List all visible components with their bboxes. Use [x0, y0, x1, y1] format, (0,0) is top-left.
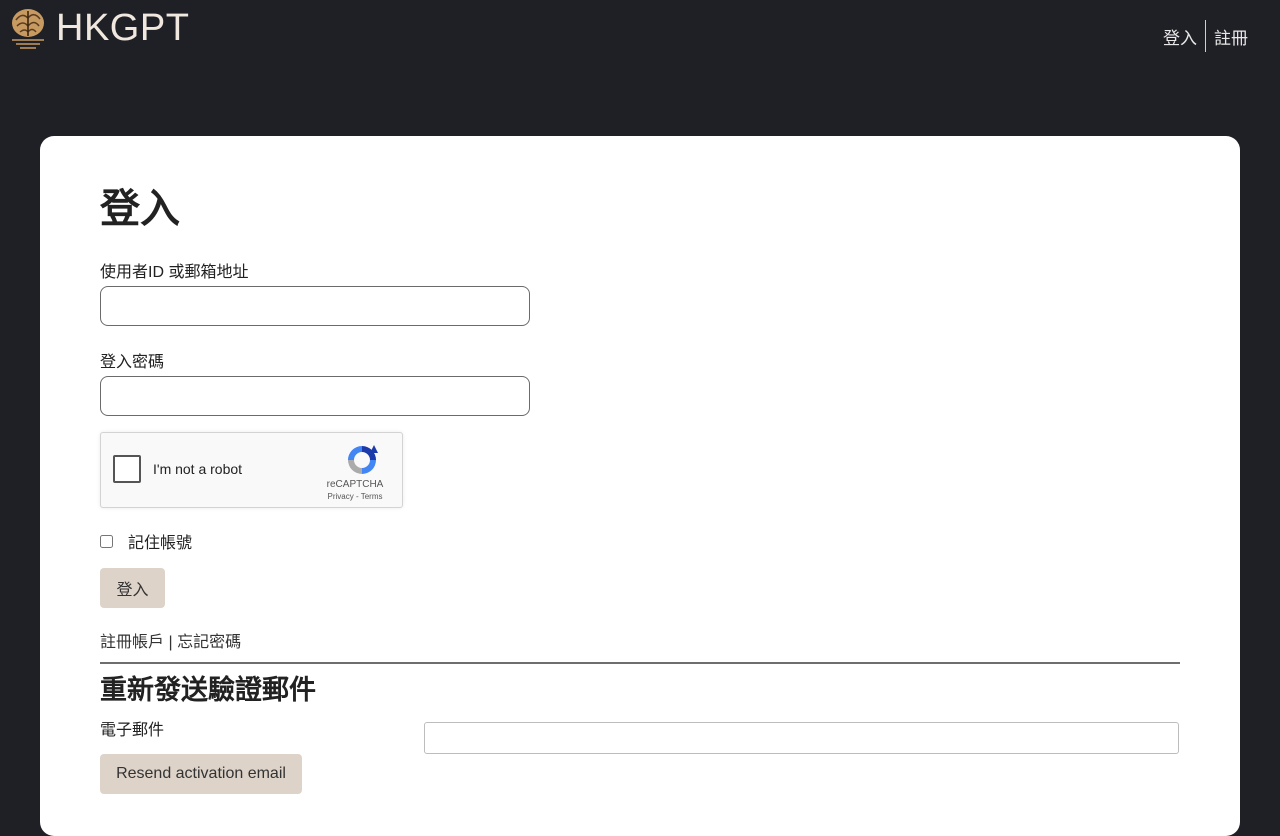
- resend-section-title: 重新發送驗證郵件: [100, 675, 316, 705]
- remember-me-label: 記住帳號: [128, 535, 193, 552]
- brand-name: HKGPT: [56, 6, 190, 49]
- remember-me: 記住帳號: [100, 530, 1180, 552]
- password-label: 登入密碼: [100, 354, 165, 371]
- account-links: 註冊帳戶 | 忘記密碼: [100, 628, 1180, 651]
- resend-email-input[interactable]: [424, 722, 1179, 754]
- user-id-label: 使用者ID 或郵箱地址: [100, 264, 249, 281]
- links-separator: |: [168, 634, 173, 651]
- remember-me-checkbox[interactable]: [100, 534, 113, 548]
- brain-logo-icon: [12, 9, 44, 49]
- recaptcha-terms-link[interactable]: Terms: [361, 492, 383, 501]
- nav-login-link[interactable]: 登入: [1163, 24, 1197, 49]
- recaptcha-widget: I'm not a robot reCAPTCHA Privacy - Term…: [100, 432, 403, 508]
- login-form: 登入 使用者ID 或郵箱地址 登入密碼 I'm not a robot reCA…: [100, 182, 1180, 794]
- recaptcha-label: I'm not a robot: [153, 461, 243, 477]
- register-account-link[interactable]: 註冊帳戶: [100, 634, 164, 651]
- section-divider: [100, 662, 1180, 664]
- forgot-password-link[interactable]: 忘記密碼: [177, 634, 241, 651]
- recaptcha-brand: reCAPTCHA: [326, 479, 384, 490]
- top-navbar: HKGPT 登入 註冊: [0, 0, 1280, 70]
- login-card: 登入 使用者ID 或郵箱地址 登入密碼 I'm not a robot reCA…: [40, 136, 1240, 836]
- user-id-input[interactable]: [100, 286, 530, 326]
- recaptcha-privacy-link[interactable]: Privacy: [328, 492, 354, 501]
- resend-email-row: 電子郵件: [100, 722, 1180, 756]
- brand-link[interactable]: HKGPT: [8, 6, 189, 50]
- page-title: 登入: [100, 187, 180, 231]
- nav-divider: [1205, 20, 1206, 52]
- nav-register-link[interactable]: 註冊: [1214, 24, 1248, 49]
- recaptcha-links-separator: -: [355, 492, 359, 501]
- recaptcha-logo-icon: [348, 445, 378, 474]
- resend-email-label: 電子郵件: [100, 722, 165, 739]
- recaptcha-checkbox[interactable]: [113, 455, 141, 483]
- recaptcha-links: Privacy - Terms: [320, 492, 390, 501]
- header-nav: 登入 註冊: [1163, 20, 1248, 52]
- password-input[interactable]: [100, 376, 530, 416]
- login-button[interactable]: 登入: [100, 568, 165, 608]
- resend-activation-button[interactable]: Resend activation email: [100, 754, 302, 794]
